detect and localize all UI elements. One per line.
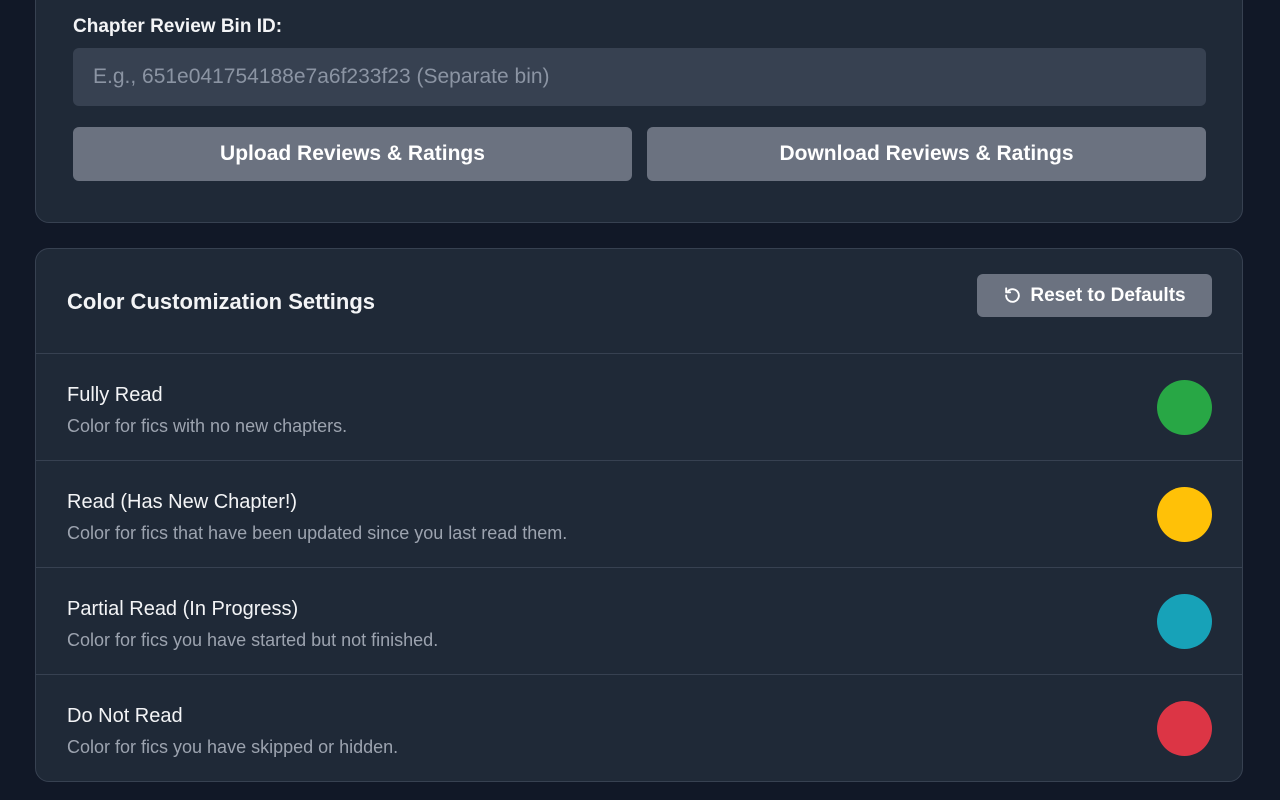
settings-page: Chapter Review Bin ID: Upload Reviews & …: [0, 0, 1280, 800]
color-swatch-new-chapter[interactable]: [1157, 487, 1212, 542]
setting-row-do-not-read: Do Not Read Color for fics you have skip…: [36, 675, 1242, 781]
chapter-bin-label: Chapter Review Bin ID:: [73, 16, 283, 37]
setting-name: Partial Read (In Progress): [67, 598, 299, 620]
setting-name: Do Not Read: [67, 705, 183, 727]
setting-row-fully-read: Fully Read Color for fics with no new ch…: [36, 354, 1242, 461]
setting-row-partial-read: Partial Read (In Progress) Color for fic…: [36, 568, 1242, 675]
setting-name: Fully Read: [67, 384, 163, 406]
reset-defaults-button[interactable]: Reset to Defaults: [977, 274, 1212, 317]
download-reviews-button[interactable]: Download Reviews & Ratings: [647, 127, 1206, 181]
setting-name: Read (Has New Chapter!): [67, 491, 298, 513]
review-sync-card: Chapter Review Bin ID: Upload Reviews & …: [35, 0, 1243, 223]
setting-row-new-chapter: Read (Has New Chapter!) Color for fics t…: [36, 461, 1242, 568]
upload-reviews-button[interactable]: Upload Reviews & Ratings: [73, 127, 632, 181]
setting-description: Color for fics you have skipped or hidde…: [67, 737, 399, 757]
color-swatch-do-not-read[interactable]: [1157, 701, 1212, 756]
reset-defaults-label: Reset to Defaults: [1030, 284, 1186, 306]
setting-description: Color for fics with no new chapters.: [67, 416, 348, 436]
setting-description: Color for fics you have started but not …: [67, 630, 439, 650]
color-settings-card: Color Customization Settings Reset to De…: [35, 248, 1243, 782]
color-settings-title: Color Customization Settings: [67, 289, 375, 314]
color-swatch-fully-read[interactable]: [1157, 380, 1212, 435]
setting-description: Color for fics that have been updated si…: [67, 523, 568, 543]
chapter-bin-input[interactable]: [73, 48, 1206, 106]
reset-icon: [1005, 287, 1021, 303]
color-swatch-partial-read[interactable]: [1157, 594, 1212, 649]
color-settings-header: Color Customization Settings Reset to De…: [36, 249, 1242, 354]
